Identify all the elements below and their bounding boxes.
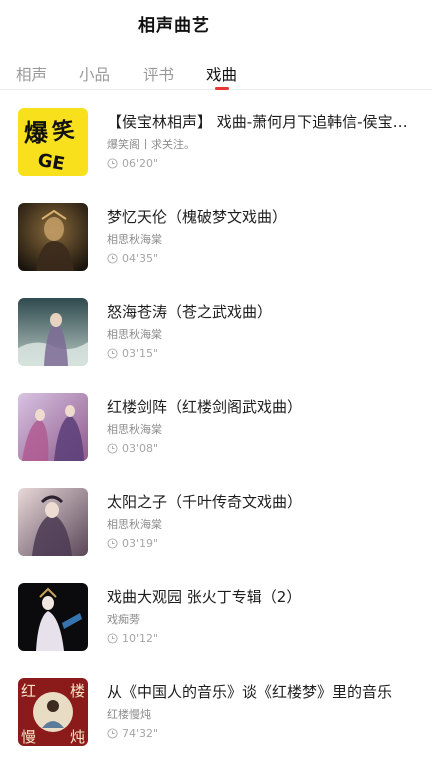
clock-icon bbox=[107, 252, 118, 264]
tab-xiqu[interactable]: 戏曲 bbox=[206, 63, 237, 85]
item-title: 红楼剑阵（红楼剑阁武戏曲） bbox=[107, 398, 303, 416]
list-item[interactable]: 爆 笑 GE 【侯宝林相声】 戏曲-萧何月下追韩信-侯宝林 郭全宝 爆笑阁丨求关… bbox=[0, 90, 432, 185]
list-item[interactable]: 怒海苍涛（苍之武戏曲） 相思秋海棠 03'15" bbox=[0, 280, 432, 375]
page-title: 相声曲艺 bbox=[138, 16, 210, 36]
item-author: 红楼慢炖 bbox=[107, 708, 151, 721]
item-meta: 10'12" bbox=[107, 631, 158, 645]
item-meta: 06'20" bbox=[107, 156, 158, 170]
list-item[interactable]: 戏曲大观园 张火丁专辑（2） 戏痴蒡 10'12" bbox=[0, 565, 432, 660]
item-duration: 03'15" bbox=[122, 346, 159, 360]
item-meta: 03'08" bbox=[107, 441, 158, 455]
item-author: 相思秋海棠 bbox=[107, 518, 162, 531]
album-cover: 爆 笑 GE bbox=[18, 108, 88, 176]
album-cover bbox=[18, 393, 88, 461]
album-cover bbox=[18, 298, 88, 366]
item-author: 戏痴蒡 bbox=[107, 613, 140, 626]
cover-char-lou: 楼 bbox=[70, 682, 85, 700]
clock-icon bbox=[107, 347, 118, 359]
clock-icon bbox=[107, 442, 118, 454]
item-title: 怒海苍涛（苍之武戏曲） bbox=[107, 303, 273, 321]
clock-icon bbox=[107, 157, 118, 169]
app-header: 相声曲艺 bbox=[0, 0, 432, 46]
item-title: 戏曲大观园 张火丁专辑（2） bbox=[107, 588, 302, 606]
svg-text:笑: 笑 bbox=[50, 117, 75, 146]
tab-xiangsheng[interactable]: 相声 bbox=[16, 63, 47, 85]
item-meta: 03'19" bbox=[107, 536, 158, 550]
album-cover bbox=[18, 583, 88, 651]
clock-icon bbox=[107, 632, 118, 644]
list-item[interactable]: 太阳之子（千叶传奇文戏曲） 相思秋海棠 03'19" bbox=[0, 470, 432, 565]
cover-char-man: 慢 bbox=[21, 728, 36, 746]
item-meta: 03'15" bbox=[107, 346, 158, 360]
item-author: 相思秋海棠 bbox=[107, 328, 162, 341]
item-author: 爆笑阁丨求关注。 bbox=[107, 138, 195, 151]
clock-icon bbox=[107, 727, 118, 739]
item-title: 梦忆天伦（槐破梦文戏曲） bbox=[107, 208, 288, 226]
item-title: 太阳之子（千叶传奇文戏曲） bbox=[107, 493, 303, 511]
item-title: 【侯宝林相声】 戏曲-萧何月下追韩信-侯宝林 郭全宝 bbox=[107, 113, 413, 131]
album-cover bbox=[18, 488, 88, 556]
item-author: 相思秋海棠 bbox=[107, 423, 162, 436]
album-cover: 红 楼 慢 炖 bbox=[18, 678, 88, 746]
tab-pingshu[interactable]: 评书 bbox=[143, 63, 174, 85]
item-duration: 04'35" bbox=[122, 251, 159, 265]
item-title: 从《中国人的音乐》谈《红楼梦》里的音乐 bbox=[107, 683, 393, 701]
list-item[interactable]: 红 楼 慢 炖 从《中国人的音乐》谈《红楼梦》里的音乐 红楼慢炖 74'32" bbox=[0, 660, 432, 755]
svg-text:爆: 爆 bbox=[24, 119, 49, 147]
item-author: 相思秋海棠 bbox=[107, 233, 162, 246]
list-item[interactable]: 梦忆天伦（槐破梦文戏曲） 相思秋海棠 04'35" bbox=[0, 185, 432, 280]
item-duration: 03'08" bbox=[122, 441, 159, 455]
cover-char-dun: 炖 bbox=[70, 728, 85, 746]
album-cover bbox=[18, 203, 88, 271]
category-tabs: 相声 小品 评书 戏曲 bbox=[0, 46, 432, 90]
item-meta: 74'32" bbox=[107, 726, 158, 740]
item-duration: 03'19" bbox=[122, 536, 159, 550]
item-duration: 74'32" bbox=[122, 726, 159, 740]
tab-xiaopin[interactable]: 小品 bbox=[79, 63, 110, 85]
item-duration: 06'20" bbox=[122, 156, 159, 170]
cover-char-hong: 红 bbox=[21, 682, 36, 700]
clock-icon bbox=[107, 537, 118, 549]
list-item[interactable]: 红楼剑阵（红楼剑阁武戏曲） 相思秋海棠 03'08" bbox=[0, 375, 432, 470]
item-meta: 04'35" bbox=[107, 251, 158, 265]
item-duration: 10'12" bbox=[122, 631, 159, 645]
